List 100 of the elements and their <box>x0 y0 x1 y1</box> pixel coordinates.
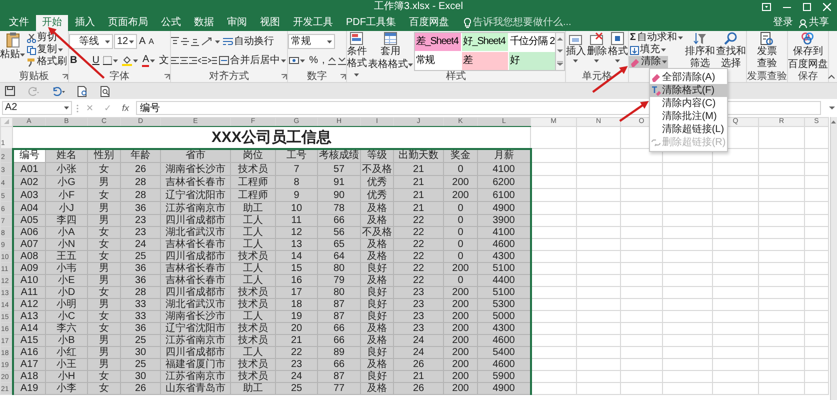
table-header-cell: 月薪 <box>478 148 530 162</box>
ribbon-tab[interactable]: PDF工具集 <box>340 15 402 31</box>
increase-decimal-icon[interactable] <box>328 56 336 65</box>
cell-style-swatch[interactable]: 好_Sheet4 <box>462 33 508 51</box>
name-box[interactable]: A2 <box>2 101 72 115</box>
insert-function-button[interactable]: fx <box>119 102 132 114</box>
sign-in-link[interactable]: 登录 <box>773 17 793 29</box>
menu-item[interactable]: 清除格式(F) <box>650 84 727 97</box>
align-center-icon[interactable] <box>180 56 188 65</box>
vertical-scrollbar[interactable] <box>830 117 837 400</box>
table-cell: 36 <box>120 202 160 214</box>
autosum-button[interactable]: Σ 自动求和 <box>628 32 684 44</box>
increase-indent-icon[interactable] <box>208 56 218 65</box>
collapse-ribbon-icon[interactable] <box>828 74 835 79</box>
ribbon-tab[interactable]: 视图 <box>254 15 286 31</box>
save-icon[interactable] <box>5 86 15 96</box>
table-cell: 工人 <box>230 346 276 358</box>
window-title: 工作簿3.xlsx - Excel <box>374 1 463 13</box>
cell-style-swatch[interactable]: 好 <box>508 52 555 70</box>
search-icon <box>724 32 738 45</box>
decrease-indent-icon[interactable] <box>198 56 208 65</box>
copy-button[interactable]: 复制 <box>26 44 68 56</box>
ribbon-options-icon[interactable] <box>762 3 771 11</box>
cell-style-swatch[interactable]: 差_Sheet4 <box>414 33 461 51</box>
format-cells-button[interactable]: 格式 <box>608 32 628 63</box>
phonetic-button[interactable]: 文 <box>158 54 170 66</box>
table-cell: 湖南省长沙市 <box>160 310 230 322</box>
more-icon[interactable] <box>556 61 563 66</box>
borders-button[interactable] <box>102 56 120 65</box>
insert-cells-button[interactable]: 插入 <box>566 32 586 63</box>
align-right-icon[interactable] <box>189 56 198 65</box>
ribbon-tab[interactable]: 页面布局 <box>102 15 154 31</box>
close-icon[interactable] <box>823 3 831 11</box>
fill-color-button[interactable] <box>121 56 140 66</box>
table-cell: 小H <box>46 370 88 382</box>
decrease-decimal-icon[interactable] <box>338 56 346 65</box>
format-painter-button[interactable]: 格式刷 <box>26 56 68 68</box>
dialog-launcher-icon[interactable] <box>62 74 68 80</box>
dialog-launcher-icon[interactable] <box>164 74 170 80</box>
scroll-down-icon[interactable] <box>556 49 563 53</box>
invoice-check-button[interactable]: 发票查验 <box>756 32 777 70</box>
align-left-icon[interactable] <box>171 56 180 65</box>
dialog-launcher-icon[interactable] <box>281 74 288 80</box>
text-orientation-icon[interactable] <box>201 37 214 46</box>
group-label: 保存 <box>798 71 818 83</box>
ribbon-tab[interactable]: 审阅 <box>221 15 253 31</box>
accounting-button[interactable] <box>288 56 306 65</box>
ribbon-tab[interactable]: 公式 <box>155 15 187 31</box>
table-cell: 福建省厦门市 <box>160 358 230 370</box>
find-select-button[interactable]: 查找和选择 <box>716 32 746 70</box>
scroll-up-icon[interactable] <box>556 37 563 41</box>
table-cell: 男 <box>88 176 120 188</box>
table-cell: 4600 <box>478 238 530 250</box>
clear-button[interactable]: 清除 <box>628 56 668 68</box>
fill-button[interactable]: 填充 <box>628 44 684 56</box>
ribbon-tab[interactable]: 数据 <box>188 15 220 31</box>
maximize-icon[interactable] <box>803 3 811 11</box>
sort-filter-button[interactable]: 排序和筛选 <box>684 32 715 70</box>
zoom-preview-icon[interactable] <box>100 86 111 96</box>
table-cell: 技术员 <box>230 358 276 370</box>
bold-button[interactable]: B <box>69 54 78 66</box>
share-button[interactable]: 共享 <box>799 17 829 29</box>
number-format-field[interactable]: 常规 <box>288 34 336 49</box>
scroll-up-icon[interactable] <box>831 120 836 124</box>
ribbon-tab[interactable]: 插入 <box>69 15 101 31</box>
paste-button[interactable]: 粘贴 <box>0 32 25 61</box>
ribbon-tab[interactable]: 开发工具 <box>287 15 339 31</box>
align-top-icon[interactable] <box>171 37 180 46</box>
table-cell: 四川省成都市 <box>160 286 230 298</box>
dialog-launcher-icon[interactable] <box>340 74 346 80</box>
font-color-button[interactable]: A <box>141 54 156 66</box>
align-bottom-icon[interactable] <box>191 37 200 46</box>
font-name-field[interactable]: 等线 <box>69 34 113 49</box>
save-to-cloud-button[interactable]: 保存到 百度网盘 <box>788 32 828 71</box>
merge-center-button[interactable]: 合并后居中 <box>218 54 288 66</box>
align-middle-icon[interactable] <box>181 37 190 46</box>
expand-formula-icon[interactable] <box>829 106 835 110</box>
conditional-format-button[interactable]: 条件格式 <box>346 32 367 82</box>
delete-cells-button[interactable]: 删除 <box>586 32 607 63</box>
table-format-button[interactable]: 套用 表格格式 <box>368 32 413 71</box>
cell-style-swatch[interactable]: 差 <box>462 52 508 70</box>
undo-icon[interactable] <box>51 86 65 96</box>
comma-button[interactable]: , <box>321 54 326 66</box>
print-preview-icon[interactable] <box>77 86 88 96</box>
ribbon-tab[interactable]: 开始 <box>36 15 68 31</box>
table-cell: 不及格 <box>360 162 394 176</box>
shrink-font-button[interactable]: A <box>148 36 156 48</box>
wrap-text-button[interactable]: 自动换行 <box>222 36 276 48</box>
table-cell: 4100 <box>478 226 530 238</box>
percent-button[interactable]: % <box>308 54 320 66</box>
underline-button[interactable]: U <box>91 54 100 66</box>
table-cell: A06 <box>12 226 46 238</box>
ribbon-tab[interactable]: 文件 <box>3 15 35 31</box>
menu-item[interactable]: 全部清除(A) <box>650 71 727 84</box>
search-field[interactable]: 告诉我您想要做什么... <box>473 17 577 29</box>
table-cell: 23 <box>394 322 444 334</box>
grow-font-button[interactable]: A <box>138 36 147 48</box>
font-size-field[interactable]: 12 <box>114 34 137 49</box>
table-cell: 5100 <box>478 286 530 298</box>
ribbon-tab[interactable]: 百度网盘 <box>403 15 455 31</box>
